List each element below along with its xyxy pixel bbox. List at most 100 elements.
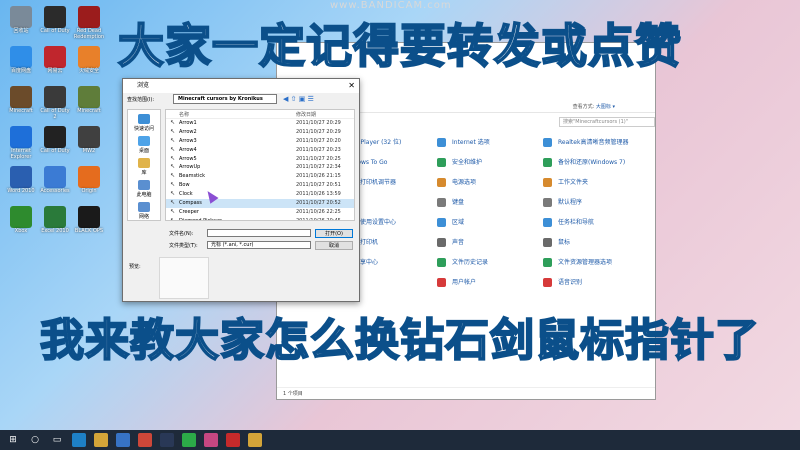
look-in-select[interactable]: Minecraft cursors by Kronikus bbox=[173, 94, 277, 104]
item-label: 文件历史记录 bbox=[452, 259, 489, 266]
item-icon bbox=[543, 138, 552, 147]
desktop-icon[interactable]: Internet Explorer bbox=[4, 126, 38, 160]
desktop-icon[interactable]: Call of Duty 2 bbox=[38, 86, 72, 120]
control-panel-item[interactable]: 声音 bbox=[437, 237, 464, 249]
back-icon[interactable]: ◀ bbox=[283, 95, 288, 103]
store-icon[interactable] bbox=[116, 433, 130, 447]
control-panel-item[interactable]: 用户帐户 bbox=[437, 277, 476, 289]
cursor-file-icon: ↖ bbox=[170, 145, 176, 153]
control-panel-item[interactable]: 工作文件夹 bbox=[543, 177, 588, 189]
desktop-icon[interactable]: MW2 bbox=[72, 126, 106, 154]
steam-icon[interactable] bbox=[160, 433, 174, 447]
place-icon bbox=[138, 136, 150, 146]
desktop-icon-label: Excel 2010 bbox=[41, 228, 69, 234]
filetype-select[interactable]: 光标 (*.ani, *.cur) bbox=[207, 241, 311, 249]
control-panel-item[interactable]: 键盘 bbox=[437, 197, 464, 209]
file-row[interactable]: ↖ Beamstick 2011/10/26 21:15 bbox=[166, 172, 354, 181]
control-panel-item[interactable]: 区域 bbox=[437, 217, 464, 229]
control-panel-item[interactable]: 任务栏和导航 bbox=[543, 217, 594, 229]
file-row[interactable]: ↖ Arrow5 2011/10/27 20:25 bbox=[166, 155, 354, 164]
cursor-file-icon: ↖ bbox=[170, 199, 176, 207]
desktop-icon[interactable]: Call of Duty bbox=[38, 126, 72, 154]
desktop-icon[interactable]: Minecraft bbox=[4, 86, 38, 114]
cancel-button[interactable]: 取消 bbox=[315, 241, 353, 250]
control-panel-item[interactable]: Internet 选项 bbox=[437, 137, 490, 149]
close-icon[interactable]: ✕ bbox=[348, 79, 355, 93]
file-row[interactable]: ↖ Arrow3 2011/10/27 20:20 bbox=[166, 137, 354, 146]
cursor-file-icon: ↖ bbox=[170, 172, 176, 180]
app-icon bbox=[78, 86, 100, 108]
desktop-icon[interactable]: Excel 2010 bbox=[38, 206, 72, 234]
file-date: 2011/10/27 22:34 bbox=[296, 164, 341, 171]
place-label: 桌面 bbox=[138, 148, 149, 154]
file-row[interactable]: ↖ Arrow4 2011/10/27 20:23 bbox=[166, 146, 354, 155]
app-icon bbox=[78, 166, 100, 188]
control-panel-item[interactable]: 语音识别 bbox=[543, 277, 582, 289]
file-row[interactable]: ↖ Arrow1 2011/10/27 20:29 bbox=[166, 119, 354, 128]
chrome-icon[interactable] bbox=[138, 433, 152, 447]
media-icon[interactable] bbox=[204, 433, 218, 447]
control-panel-item[interactable]: 鼠标 bbox=[543, 237, 570, 249]
place-2[interactable]: 库 bbox=[128, 158, 160, 176]
control-panel-item[interactable]: 文件历史记录 bbox=[437, 257, 488, 269]
desktop-icon[interactable]: Xbox bbox=[4, 206, 38, 234]
desktop-icon-label: Origin bbox=[81, 188, 97, 194]
view-mode[interactable]: 查看方式: 大图标 ▾ bbox=[573, 103, 615, 110]
control-panel-item[interactable]: Realtek高清晰音频管理器 bbox=[543, 137, 628, 149]
edge-icon[interactable] bbox=[72, 433, 86, 447]
file-name: Arrow2 bbox=[179, 128, 197, 135]
file-row[interactable]: ↖ Clock 2011/10/26 13:59 bbox=[166, 190, 354, 199]
control-panel-item[interactable]: 安全和维护 bbox=[437, 157, 482, 169]
desktop-icon[interactable]: Origin bbox=[72, 166, 106, 194]
desktop-icon[interactable]: Accessories bbox=[38, 166, 72, 194]
view-mode-value[interactable]: 大图标 ▾ bbox=[596, 104, 615, 110]
desktop-icon-label: Call of Duty 2 bbox=[40, 108, 70, 120]
file-row[interactable]: ↖ Arrow2 2011/10/27 20:29 bbox=[166, 128, 354, 137]
control-panel-item[interactable]: 电源选项 bbox=[437, 177, 476, 189]
filename-input[interactable] bbox=[207, 229, 311, 237]
new-folder-icon[interactable]: ▣ bbox=[299, 95, 306, 103]
explorer-icon[interactable] bbox=[94, 433, 108, 447]
item-icon bbox=[543, 258, 552, 267]
file-row[interactable]: ↖ Creeper 2011/10/26 22:25 bbox=[166, 208, 354, 217]
control-panel-item[interactable]: 文件资源管理器选项 bbox=[543, 257, 612, 269]
record-icon[interactable] bbox=[226, 433, 240, 447]
file-name: Diamond Pickaxe bbox=[179, 217, 222, 221]
file-row[interactable]: ↖ Bow 2011/10/27 20:51 bbox=[166, 181, 354, 190]
search-icon[interactable]: ○ bbox=[28, 433, 42, 447]
file-name: ArrowUp bbox=[179, 164, 201, 171]
place-3[interactable]: 此电脑 bbox=[128, 180, 160, 198]
column-date[interactable]: 修改日期 bbox=[296, 111, 316, 118]
headline-bottom: 我来教大家怎么换钻石剑鼠标指针了 bbox=[39, 314, 760, 367]
open-button[interactable]: 打开(O) bbox=[315, 229, 353, 238]
item-label: 电源选项 bbox=[452, 179, 477, 186]
file-name: Bow bbox=[179, 182, 190, 189]
column-name[interactable]: 名称 bbox=[179, 111, 189, 118]
desktop-icon[interactable]: Word 2010 bbox=[4, 166, 38, 194]
place-0[interactable]: 快速访问 bbox=[128, 114, 160, 132]
desktop-icon[interactable]: BLACK OPS bbox=[72, 206, 106, 234]
view-menu-icon[interactable]: ☰ bbox=[308, 95, 314, 103]
task-view-icon[interactable]: ▭ bbox=[50, 433, 64, 447]
file-row[interactable]: ↖ Compass 2011/10/27 20:52 bbox=[166, 199, 354, 208]
place-4[interactable]: 网络 bbox=[128, 202, 160, 220]
place-1[interactable]: 桌面 bbox=[128, 136, 160, 154]
control-panel-item[interactable]: 默认程序 bbox=[543, 197, 582, 209]
cursor-file-icon: ↖ bbox=[170, 181, 176, 189]
folder-icon[interactable] bbox=[248, 433, 262, 447]
search-input[interactable]: 搜索"Minecraftcursors (1)" bbox=[559, 117, 655, 127]
item-icon bbox=[437, 158, 446, 167]
file-date: 2011/10/27 20:29 bbox=[296, 120, 341, 126]
item-icon bbox=[437, 178, 446, 187]
app-icon bbox=[44, 86, 66, 108]
file-row[interactable]: ↖ Diamond Pickaxe 2011/10/26 20:45 bbox=[166, 217, 354, 221]
file-row[interactable]: ↖ ArrowUp 2011/10/27 22:34 bbox=[166, 163, 354, 172]
desktop-icon[interactable]: Minecraft bbox=[72, 86, 106, 114]
desktop-icon-label: BLACK OPS bbox=[74, 228, 104, 234]
windows-icon[interactable]: ⊞ bbox=[6, 433, 20, 447]
cursor-file-icon: ↖ bbox=[170, 154, 176, 162]
wechat-icon[interactable] bbox=[182, 433, 196, 447]
control-panel-item[interactable]: 备份和还原(Windows 7) bbox=[543, 157, 625, 169]
app-icon bbox=[10, 166, 32, 188]
up-folder-icon[interactable]: ⇧ bbox=[291, 95, 297, 103]
